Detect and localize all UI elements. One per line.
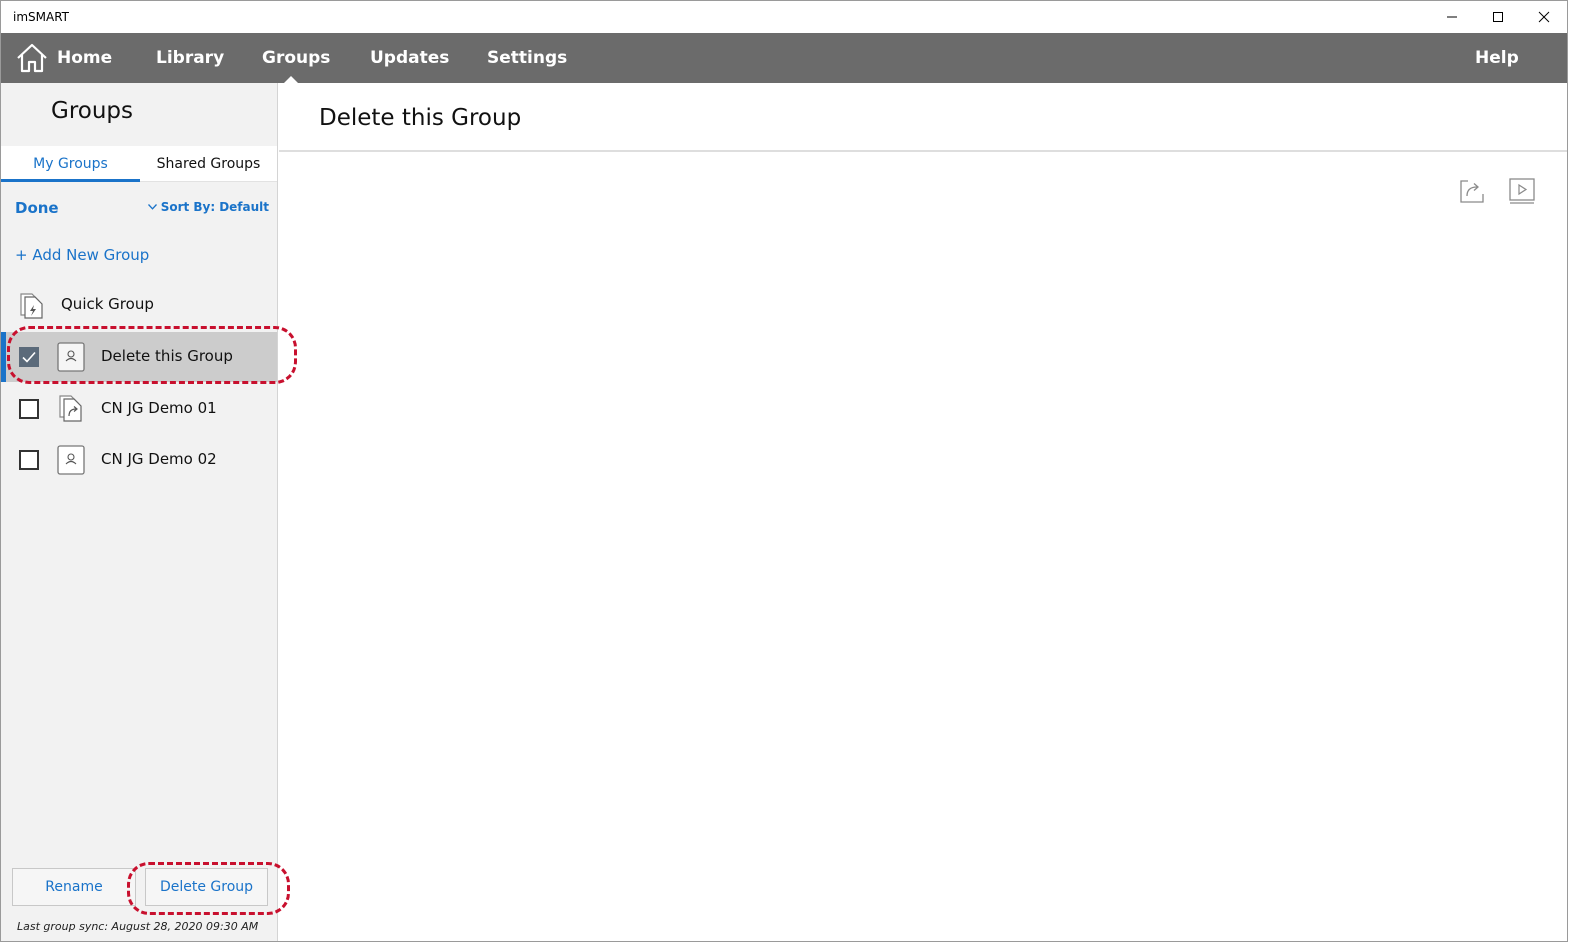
list-item[interactable]: CN JG Demo 02	[1, 435, 277, 485]
add-new-group-button[interactable]: + Add New Group	[15, 246, 149, 264]
home-icon[interactable]	[15, 42, 49, 74]
title-bar: imSMART	[1, 1, 1567, 33]
minimize-icon	[1447, 16, 1457, 18]
group-checkbox[interactable]	[19, 399, 39, 419]
close-button[interactable]	[1521, 1, 1567, 33]
tab-shared-groups[interactable]: Shared Groups	[140, 146, 277, 182]
active-nav-indicator	[284, 76, 298, 83]
nav-updates[interactable]: Updates	[370, 33, 449, 83]
minimize-button[interactable]	[1429, 1, 1475, 33]
sort-dropdown[interactable]: Sort By: Default	[147, 200, 269, 214]
nav-help[interactable]: Help	[1475, 33, 1519, 83]
nav-settings[interactable]: Settings	[487, 33, 567, 83]
group-label: CN JG Demo 01	[101, 399, 217, 417]
chevron-down-icon	[147, 204, 157, 210]
selection-indicator	[1, 332, 6, 382]
nav-library[interactable]: Library	[156, 33, 224, 83]
quick-group-label: Quick Group	[61, 295, 154, 313]
list-item[interactable]: CN JG Demo 01	[1, 384, 277, 434]
shared-document-icon	[59, 395, 82, 422]
highlight-selected-group	[7, 326, 297, 384]
nav-home[interactable]: Home	[57, 33, 112, 83]
sidebar-title: Groups	[51, 98, 134, 124]
group-checkbox[interactable]	[19, 450, 39, 470]
sort-label: Sort By:	[160, 200, 216, 214]
groups-sidebar: Groups My Groups Shared Groups Done Sort…	[1, 83, 278, 941]
main-nav: Home Library Groups Updates Settings Hel…	[1, 33, 1567, 83]
maximize-icon	[1493, 12, 1503, 22]
rename-button[interactable]: Rename	[12, 868, 136, 906]
page-title: Delete this Group	[319, 105, 522, 131]
app-window: imSMART Home Library Groups Updates Sett…	[0, 0, 1568, 942]
group-label: CN JG Demo 02	[101, 450, 217, 468]
close-icon	[1538, 11, 1550, 23]
share-icon[interactable]	[1457, 176, 1487, 206]
maximize-button[interactable]	[1475, 1, 1521, 33]
last-sync-text: Last group sync: August 28, 2020 09:30 A…	[17, 920, 259, 933]
sort-value: Default	[219, 200, 269, 214]
done-button[interactable]: Done	[15, 199, 59, 217]
person-icon	[57, 445, 85, 475]
present-icon[interactable]	[1507, 176, 1537, 206]
quick-group-row[interactable]: Quick Group	[1, 280, 277, 330]
highlight-delete-button	[127, 862, 290, 915]
main-header: Delete this Group	[279, 83, 1567, 152]
tab-my-groups[interactable]: My Groups	[1, 146, 140, 182]
quick-group-icon	[20, 293, 43, 319]
app-title: imSMART	[13, 10, 69, 24]
